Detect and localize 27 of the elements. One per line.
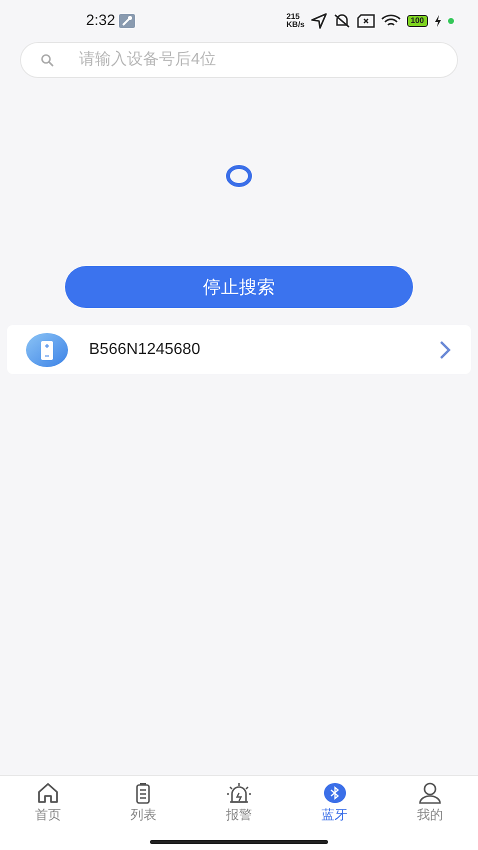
home-icon xyxy=(36,782,60,804)
wifi-icon xyxy=(380,14,401,28)
loading-spinner xyxy=(225,164,253,188)
alarm-light-icon xyxy=(226,782,252,804)
battery-device-icon xyxy=(25,332,69,368)
tab-item[interactable]: 列表 xyxy=(96,782,192,824)
battery-icon xyxy=(135,782,152,804)
charging-icon xyxy=(434,15,442,27)
device-name: B566N1245680 xyxy=(89,340,202,360)
user-icon xyxy=(418,782,442,804)
search-icon xyxy=(40,53,54,67)
search-field[interactable]: 请输入设备号后4位 xyxy=(20,42,458,78)
tab-item[interactable]: 蓝牙 xyxy=(286,782,382,824)
tab-item[interactable]: 报警 xyxy=(191,782,287,824)
tab-item[interactable]: 首页 xyxy=(0,782,96,824)
wrench-icon xyxy=(119,14,136,28)
sim-icon xyxy=(356,14,375,28)
stop-search-button[interactable]: 停止搜索 xyxy=(65,266,413,308)
chevron-right-icon xyxy=(439,340,451,360)
bluetooth-icon xyxy=(322,782,347,804)
network-speed: 215 KB/s xyxy=(286,13,305,29)
status-time: 2:32 xyxy=(86,10,116,31)
tab-item[interactable]: 我的 xyxy=(382,782,478,824)
muted-bell-icon xyxy=(332,13,351,29)
location-icon xyxy=(310,13,327,29)
battery-indicator: 100 xyxy=(406,15,428,27)
device-row[interactable]: B566N1245680 xyxy=(7,325,471,374)
